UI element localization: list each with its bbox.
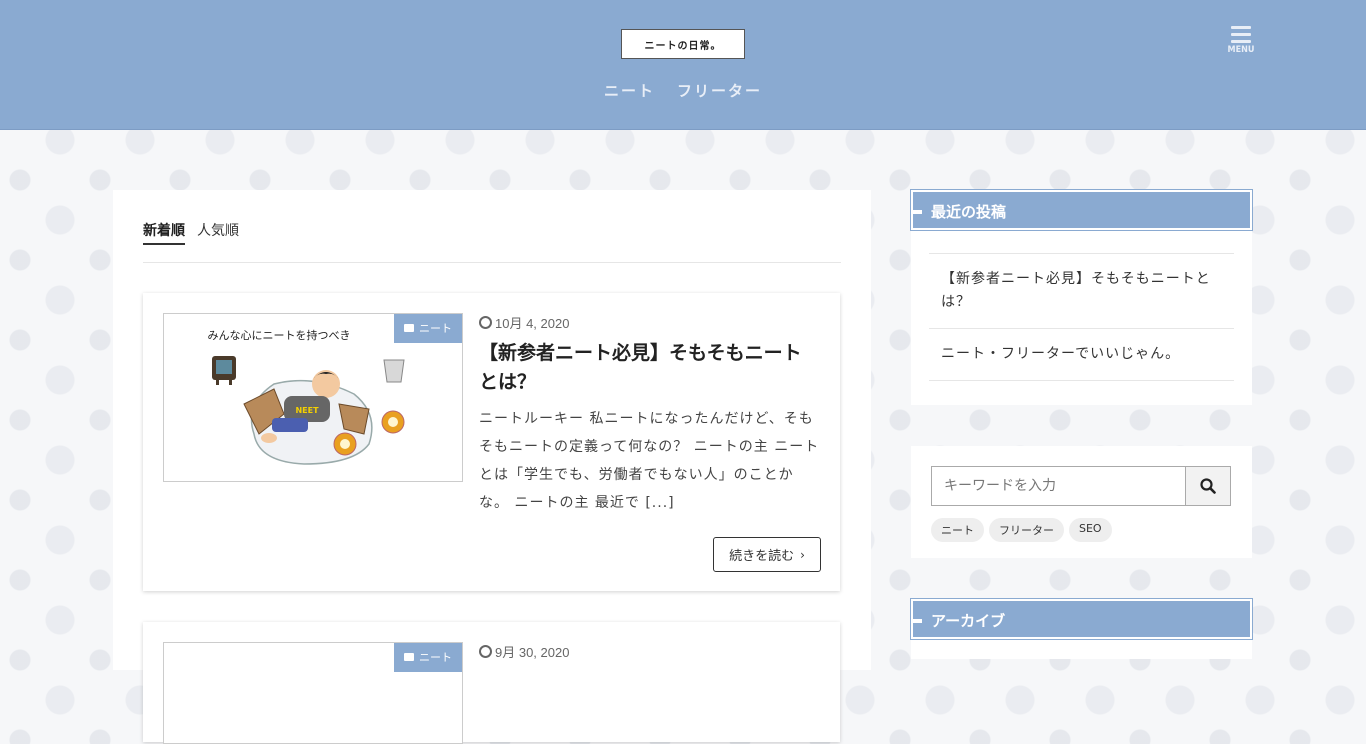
- search-widget: ニート フリーター SEO: [911, 446, 1252, 558]
- thumb-shirt-text: NEET: [295, 406, 319, 415]
- clock-icon: [479, 316, 492, 329]
- post-date: 10月 4, 2020: [479, 313, 569, 332]
- clock-icon: [479, 645, 492, 658]
- tag-seo[interactable]: SEO: [1069, 518, 1112, 542]
- search-input[interactable]: [932, 467, 1185, 505]
- chevron-right-icon: ›: [800, 547, 805, 562]
- global-nav: ニート フリーター: [0, 80, 1366, 101]
- main-content: 新着順 人気順 みんな心にニートを持つべき NEET ニート 10月 4, 20…: [113, 190, 871, 744]
- post-title[interactable]: 【新参者ニート必見】そもそもニートとは？: [479, 339, 819, 397]
- thumb-caption: みんな心にニートを持つべき: [208, 328, 351, 342]
- folder-icon: [404, 653, 414, 661]
- tag-freeter[interactable]: フリーター: [989, 518, 1064, 542]
- site-logo[interactable]: ニートの日常。: [621, 29, 745, 59]
- nav-item-neet[interactable]: ニート: [604, 80, 655, 101]
- nav-item-freeter[interactable]: フリーター: [677, 80, 762, 101]
- archive-widget: アーカイブ: [910, 598, 1253, 659]
- search-form: [931, 466, 1231, 506]
- search-icon: [1200, 478, 1216, 494]
- hamburger-icon: [1226, 26, 1256, 43]
- widget-title: アーカイブ: [910, 598, 1253, 640]
- category-badge[interactable]: ニート: [394, 314, 462, 343]
- menu-button[interactable]: MENU: [1226, 26, 1256, 55]
- category-badge[interactable]: ニート: [394, 643, 462, 672]
- post-card[interactable]: みんな心にニートを持つべき NEET ニート 10月 4, 2020 【新参者ニ…: [143, 293, 840, 591]
- tab-popular[interactable]: 人気順: [197, 220, 239, 245]
- widget-title: 最近の投稿: [910, 189, 1253, 231]
- tab-divider: [143, 262, 841, 263]
- recent-post-link[interactable]: 【新参者ニート必見】そもそもニートとは？: [929, 253, 1234, 328]
- menu-label: MENU: [1227, 45, 1255, 55]
- site-header: ニートの日常。 ニート フリーター MENU: [0, 0, 1366, 130]
- recent-posts-widget: 最近の投稿 【新参者ニート必見】そもそもニートとは？ ニート・フリーターでいいじ…: [910, 189, 1253, 405]
- post-thumbnail[interactable]: みんな心にニートを持つべき NEET ニート: [163, 313, 463, 482]
- tag-neet[interactable]: ニート: [931, 518, 984, 542]
- folder-icon: [404, 324, 414, 332]
- post-card[interactable]: ニート 9月 30, 2020: [143, 622, 840, 744]
- tag-cloud: ニート フリーター SEO: [931, 518, 1112, 542]
- post-excerpt: ニートルーキー 私ニートになったんだけど、そもそもニートの定義って何なの？ ニー…: [479, 411, 820, 511]
- recent-posts-list: 【新参者ニート必見】そもそもニートとは？ ニート・フリーターでいいじゃん。: [929, 253, 1234, 381]
- recent-post-link[interactable]: ニート・フリーターでいいじゃん。: [929, 328, 1234, 381]
- tab-newest[interactable]: 新着順: [143, 220, 185, 245]
- post-date: 9月 30, 2020: [479, 642, 569, 661]
- post-thumbnail[interactable]: ニート: [163, 642, 463, 744]
- search-button[interactable]: [1185, 467, 1230, 505]
- sort-tabs: 新着順 人気順: [143, 220, 239, 245]
- read-more-button[interactable]: 続きを読む ›: [713, 537, 821, 572]
